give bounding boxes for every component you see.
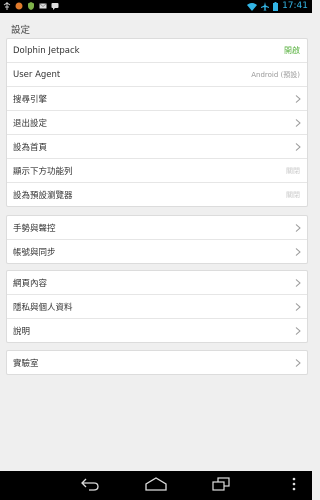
row-label: 退出設定: [13, 118, 48, 129]
row-privacy[interactable]: 隱私與個人資料: [7, 295, 307, 319]
row-web-content[interactable]: 網頁內容: [7, 271, 307, 295]
settings-group-labs: 實驗室: [6, 350, 308, 375]
row-user-agent[interactable]: User Agent Android (預設): [7, 63, 307, 87]
navigation-bar: [0, 471, 312, 500]
chevron-right-icon: [295, 303, 301, 311]
gmail-icon: [39, 3, 47, 9]
row-label: 顯示下方功能列: [13, 166, 73, 177]
chevron-right-icon: [295, 119, 301, 127]
chevron-right-icon: [295, 224, 301, 232]
row-account-sync[interactable]: 帳號與同步: [7, 240, 307, 263]
chat-icon: [51, 3, 59, 10]
chevron-right-icon: [295, 143, 301, 151]
row-set-homepage[interactable]: 設為首頁: [7, 135, 307, 159]
back-button[interactable]: [80, 477, 100, 491]
row-search-engine[interactable]: 搜尋引擎: [7, 87, 307, 111]
chevron-right-icon: [295, 327, 301, 335]
row-show-bottom-bar[interactable]: 顯示下方功能列 關閉: [7, 159, 307, 183]
row-label: 帳號與同步: [13, 247, 56, 258]
row-gesture-voice[interactable]: 手勢與聲控: [7, 216, 307, 240]
shield-icon: [28, 2, 34, 10]
row-exit-settings[interactable]: 退出設定: [7, 111, 307, 135]
settings-group-general: Dolphin Jetpack 開啟 User Agent Android (預…: [6, 38, 308, 207]
row-label: 手勢與聲控: [13, 223, 56, 234]
row-label: 網頁內容: [13, 278, 48, 289]
row-label: 說明: [13, 326, 31, 337]
notification-icon: [15, 2, 23, 10]
row-default-browser[interactable]: 設為預設瀏覽器 關閉: [7, 183, 307, 206]
row-label: Dolphin Jetpack: [13, 45, 80, 56]
row-label: 實驗室: [13, 358, 39, 369]
row-value: 開啟: [284, 46, 300, 55]
row-value: 關閉: [286, 190, 300, 199]
clock: 17:41: [282, 1, 308, 11]
row-label: 設為預設瀏覽器: [13, 190, 73, 201]
row-label: User Agent: [13, 69, 61, 80]
home-button[interactable]: [145, 477, 167, 491]
chevron-right-icon: [295, 359, 301, 367]
airplane-icon: [261, 2, 270, 11]
page-title: 設定: [11, 25, 31, 36]
row-value: Android (預設): [251, 70, 300, 79]
settings-group-content: 網頁內容 隱私與個人資料 說明: [6, 270, 308, 343]
chevron-right-icon: [295, 248, 301, 256]
battery-icon: [273, 2, 279, 11]
settings-group-gesture-sync: 手勢與聲控 帳號與同步: [6, 215, 308, 264]
status-bar: 17:41: [0, 0, 312, 13]
wifi-icon: [247, 3, 258, 11]
row-value: 關閉: [286, 166, 300, 175]
chevron-right-icon: [295, 95, 301, 103]
row-label: 隱私與個人資料: [13, 302, 73, 313]
chevron-right-icon: [295, 279, 301, 287]
row-label: 搜尋引擎: [13, 94, 48, 105]
row-help[interactable]: 說明: [7, 319, 307, 342]
usb-icon: [3, 2, 11, 10]
recent-apps-button[interactable]: [212, 477, 230, 491]
row-label: 設為首頁: [13, 142, 48, 153]
row-labs[interactable]: 實驗室: [7, 351, 307, 374]
row-dolphin-jetpack[interactable]: Dolphin Jetpack 開啟: [7, 39, 307, 63]
menu-button[interactable]: [292, 477, 296, 491]
